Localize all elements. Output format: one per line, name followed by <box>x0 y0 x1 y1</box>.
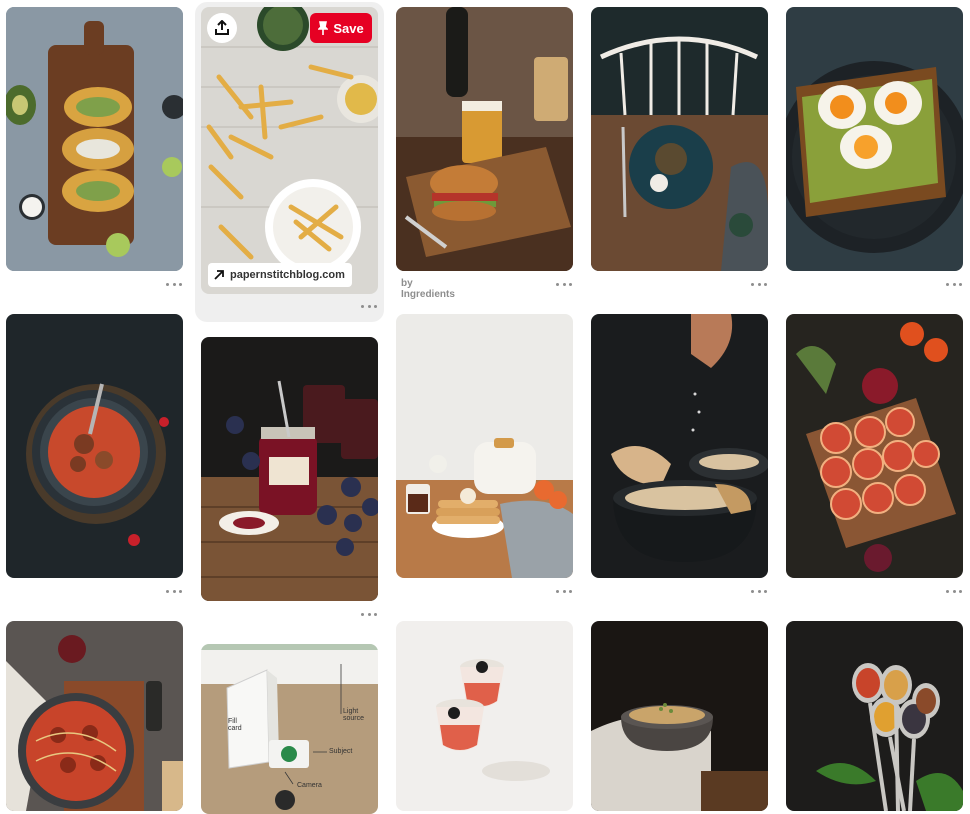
pin-image-drinks[interactable] <box>396 621 573 811</box>
more-options-icon[interactable] <box>946 280 962 288</box>
pin-image-spaghetti[interactable] <box>6 621 183 811</box>
more-options-icon[interactable] <box>361 610 377 618</box>
more-options-icon[interactable] <box>556 280 572 288</box>
pin-attribution[interactable]: by Ingredients <box>401 278 455 300</box>
pin-image-tomato-soup[interactable] <box>6 314 183 578</box>
pin-source-label: papernstitchblog.com <box>230 269 345 281</box>
pin-image-plate-chair[interactable] <box>591 7 768 271</box>
more-options-icon[interactable] <box>751 280 767 288</box>
pin-source-link[interactable]: papernstitchblog.com <box>208 263 352 287</box>
pin-image-soup-bread[interactable] <box>591 314 768 578</box>
pin-image-blood-orange[interactable] <box>786 314 963 578</box>
setup-label-light: Light source <box>343 708 365 722</box>
setup-label-camera: Camera <box>297 782 322 789</box>
pin-image-burger[interactable] <box>396 7 573 271</box>
more-options-icon[interactable] <box>751 587 767 595</box>
external-link-icon <box>214 270 224 280</box>
pin-image-porridge[interactable] <box>591 621 768 811</box>
share-button[interactable] <box>207 13 237 43</box>
more-options-icon[interactable] <box>166 587 182 595</box>
save-button-label: Save <box>333 20 364 36</box>
more-options-icon[interactable] <box>946 587 962 595</box>
pin-image-photo-setup[interactable]: Fill card Light source Subject Camera <box>201 644 378 814</box>
share-icon <box>215 20 229 35</box>
pin-image-egg-toast[interactable] <box>786 7 963 271</box>
more-options-icon[interactable] <box>166 280 182 288</box>
pin-image-pancakes[interactable] <box>396 314 573 578</box>
pin-icon <box>318 21 329 35</box>
save-button[interactable]: Save <box>310 13 372 43</box>
more-options-icon[interactable] <box>361 302 377 310</box>
pin-image-fries[interactable] <box>201 7 378 294</box>
pin-image-tacos[interactable] <box>6 7 183 271</box>
setup-label-subject: Subject <box>329 748 353 755</box>
setup-label-fill: Fill card <box>228 718 242 732</box>
pin-image-spices[interactable] <box>786 621 963 811</box>
more-options-icon[interactable] <box>556 587 572 595</box>
pin-image-jam[interactable] <box>201 337 378 601</box>
